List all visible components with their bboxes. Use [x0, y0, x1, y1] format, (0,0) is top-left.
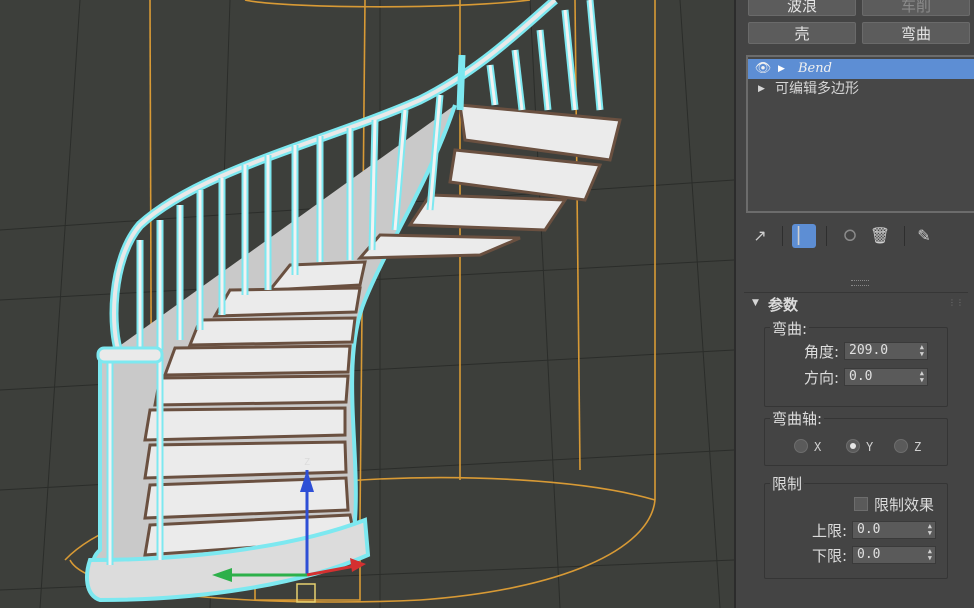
upper-limit-spinner[interactable]: 0.0 ▲ ▼ — [852, 521, 936, 539]
lathe-modifier-button[interactable]: 车削 — [862, 0, 970, 16]
svg-text:Z: Z — [304, 457, 310, 468]
axis-z-radio[interactable] — [894, 439, 908, 453]
spinner-arrows-icon[interactable]: ▲ ▼ — [928, 523, 932, 537]
bend-axis-label: 弯曲轴: — [770, 408, 825, 429]
panel-resize-handle[interactable] — [851, 280, 869, 286]
rollout-divider — [744, 292, 968, 293]
toolbar-separator — [782, 226, 783, 246]
lower-limit-value: 0.0 — [857, 547, 881, 562]
angle-spinner[interactable]: 209.0 ▲ ▼ — [844, 342, 928, 360]
lower-limit-spinner[interactable]: 0.0 ▲ ▼ — [852, 546, 936, 564]
trash-icon[interactable]: 🗑 — [868, 224, 892, 248]
stack-item-bend[interactable]: 👁 ▶ Bend — [748, 59, 974, 79]
axis-y-label: Y — [866, 440, 874, 454]
configure-sets-icon[interactable]: ✎ — [912, 224, 936, 248]
3dsmax-workspace: Z 波浪 车削 壳 弯曲 👁 ▶ Bend ▶ 可编辑多边形 ↗ ▏ ⭘ 🗑 ✎… — [0, 0, 974, 608]
toolbar-separator — [826, 226, 827, 246]
eye-icon[interactable]: 👁 — [754, 59, 772, 79]
viewport-scene: Z — [0, 0, 734, 608]
axis-x-radio[interactable] — [794, 439, 808, 453]
limit-effect-checkbox[interactable] — [854, 497, 868, 511]
rollout-collapse-icon[interactable]: ▼ — [752, 298, 759, 308]
upper-limit-value: 0.0 — [857, 522, 881, 537]
shell-modifier-button[interactable]: 壳 — [748, 22, 856, 44]
rollout-grip-icon: ⋮⋮ — [948, 298, 964, 307]
wave-modifier-button[interactable]: 波浪 — [748, 0, 856, 16]
spinner-arrows-icon[interactable]: ▲ ▼ — [928, 548, 932, 562]
bend-group-label: 弯曲: — [770, 318, 810, 339]
stack-item-editable-poly[interactable]: ▶ 可编辑多边形 — [748, 79, 974, 99]
axis-z-label: Z — [914, 440, 922, 454]
spinner-arrows-icon[interactable]: ▲ ▼ — [920, 370, 924, 384]
spiral-staircase[interactable] — [85, 0, 622, 603]
expand-arrow-icon[interactable]: ▶ — [758, 79, 765, 99]
direction-spinner[interactable]: 0.0 ▲ ▼ — [844, 368, 928, 386]
show-end-result-icon[interactable]: ▏ — [792, 224, 816, 248]
direction-value: 0.0 — [849, 369, 873, 384]
axis-x-label: X — [814, 440, 822, 454]
spinner-arrows-icon[interactable]: ▲ ▼ — [920, 344, 924, 358]
angle-label: 角度: — [804, 343, 840, 361]
perspective-viewport[interactable]: Z — [0, 0, 734, 608]
modifier-stack-list[interactable]: 👁 ▶ Bend ▶ 可编辑多边形 — [746, 55, 974, 213]
lower-limit-label: 下限: — [812, 547, 848, 565]
axis-y-radio[interactable] — [846, 439, 860, 453]
expand-arrow-icon[interactable]: ▶ — [778, 59, 785, 79]
toolbar-separator — [904, 226, 905, 246]
stack-item-label: 可编辑多边形 — [775, 81, 859, 97]
rollout-title[interactable]: 参数 — [768, 294, 798, 315]
limit-effect-label: 限制效果 — [874, 496, 935, 514]
limit-group-label: 限制 — [770, 473, 805, 494]
stack-item-label: Bend — [798, 61, 832, 76]
bend-modifier-button[interactable]: 弯曲 — [862, 22, 970, 44]
command-panel: 波浪 车削 壳 弯曲 👁 ▶ Bend ▶ 可编辑多边形 ↗ ▏ ⭘ 🗑 ✎ ▼ — [734, 0, 974, 608]
upper-limit-label: 上限: — [812, 522, 848, 540]
direction-label: 方向: — [804, 369, 840, 387]
angle-value: 209.0 — [849, 343, 889, 358]
bend-group — [764, 327, 948, 407]
make-unique-icon[interactable]: ⭘ — [838, 224, 862, 248]
pin-stack-icon[interactable]: ↗ — [748, 224, 772, 248]
